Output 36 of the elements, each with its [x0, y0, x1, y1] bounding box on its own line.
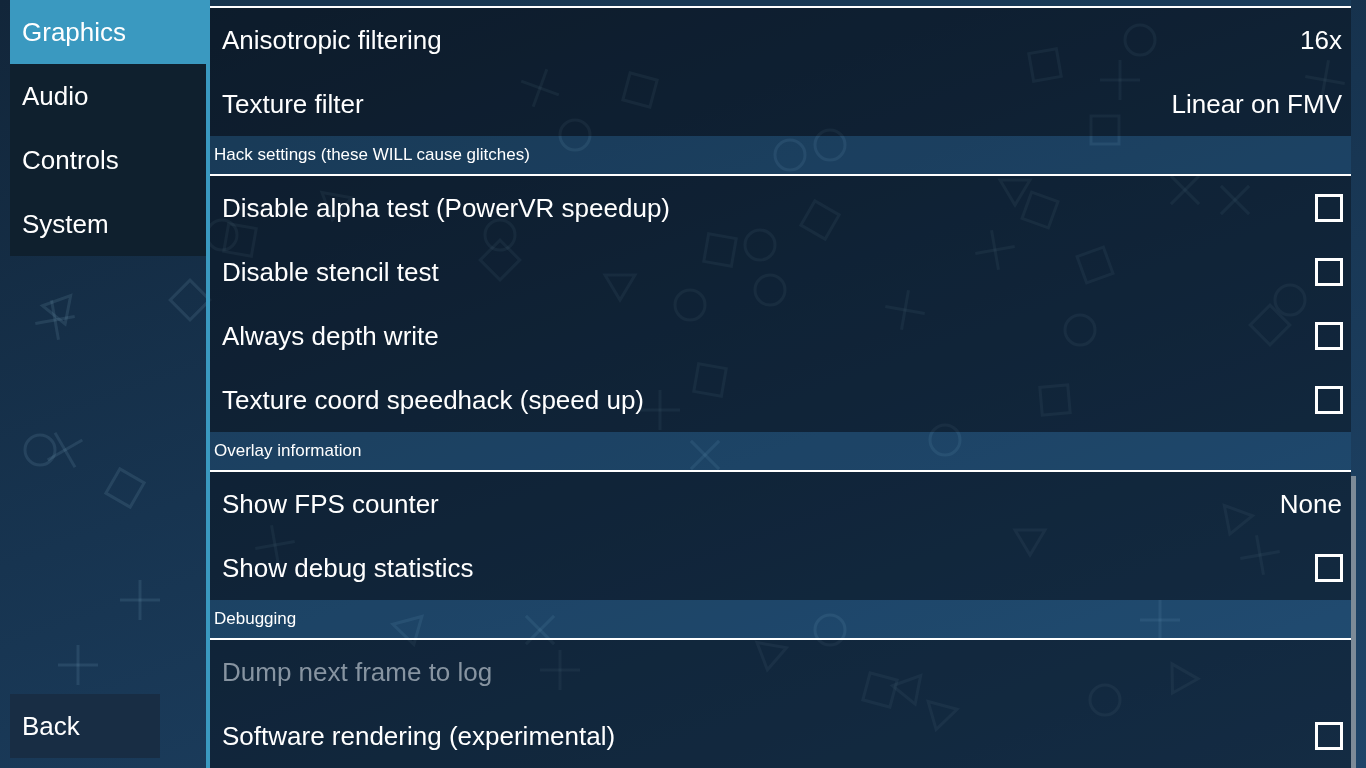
setting-value: 16x — [1300, 24, 1342, 56]
back-button[interactable]: Back — [10, 694, 160, 758]
setting-label: Anisotropic filtering — [222, 24, 442, 56]
setting-label: Texture filter — [222, 88, 364, 120]
setting-label: Disable stencil test — [222, 256, 439, 288]
setting-label: Show debug statistics — [222, 552, 474, 584]
setting-label: Software rendering (experimental) — [222, 720, 616, 752]
scrollbar[interactable] — [1351, 476, 1356, 768]
checkbox[interactable] — [1315, 386, 1343, 414]
setting-row[interactable]: Software rendering (experimental) — [210, 704, 1351, 768]
setting-value: None — [1279, 488, 1342, 520]
setting-label: Disable alpha test (PowerVR speedup) — [222, 192, 671, 224]
setting-row[interactable]: Texture coord speedhack (speed up) — [210, 368, 1351, 432]
setting-label: Dump next frame to log — [222, 656, 493, 688]
checkbox[interactable] — [1315, 194, 1343, 222]
setting-row[interactable]: Anisotropic filtering 16x — [210, 8, 1351, 72]
setting-row[interactable]: Show debug statistics — [210, 536, 1351, 600]
setting-value: Linear on FMV — [1171, 88, 1342, 120]
sidebar-tab[interactable]: Controls — [10, 128, 206, 192]
checkbox[interactable] — [1315, 258, 1343, 286]
sidebar-tab[interactable]: Audio — [10, 64, 206, 128]
setting-label: Texture coord speedhack (speed up) — [222, 384, 645, 416]
setting-label: Always depth write — [222, 320, 439, 352]
checkbox[interactable] — [1315, 322, 1343, 350]
setting-row[interactable]: Disable alpha test (PowerVR speedup) — [210, 176, 1351, 240]
setting-label: Show FPS counter — [222, 488, 439, 520]
checkbox[interactable] — [1315, 554, 1343, 582]
setting-row[interactable]: Disable stencil test — [210, 240, 1351, 304]
sidebar-tab[interactable]: System — [10, 192, 206, 256]
section-header: Debugging — [210, 600, 1351, 640]
setting-row[interactable]: Texture filter Linear on FMV — [210, 72, 1351, 136]
checkbox[interactable] — [1315, 722, 1343, 750]
setting-row[interactable]: Show FPS counter None — [210, 472, 1351, 536]
section-header: Hack settings (these WILL cause glitches) — [210, 136, 1351, 176]
setting-row[interactable]: Always depth write — [210, 304, 1351, 368]
section-header: Overlay information — [210, 432, 1351, 472]
